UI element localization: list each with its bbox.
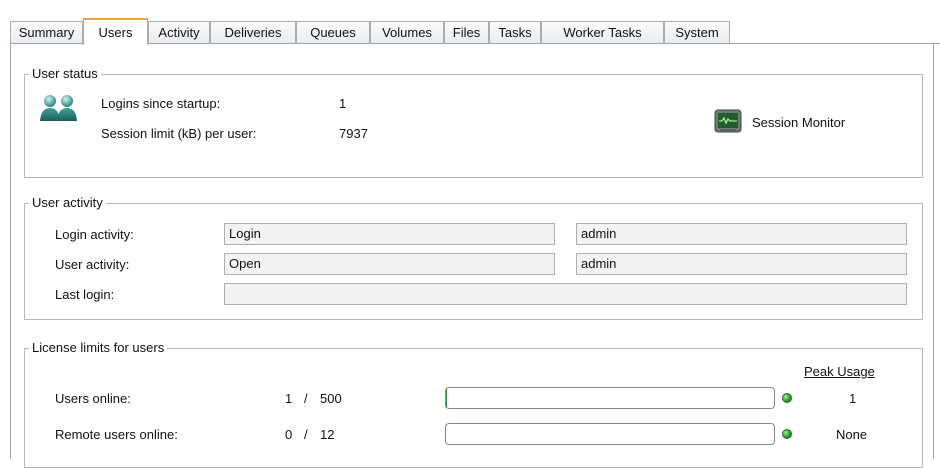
user-activity-action-field[interactable]: Open [224,253,555,275]
session-monitor-icon [714,109,742,138]
last-login-label: Last login: [55,287,115,302]
tab-bar: Summary Users Activity Deliveries Queues… [10,18,940,45]
users-online-status-led [782,393,792,403]
remote-users-online-max: 12 [320,427,335,442]
login-activity-action-field[interactable]: Login [224,223,555,245]
tab-deliveries[interactable]: Deliveries [210,21,296,43]
tab-users[interactable]: Users [83,18,148,45]
tab-queues[interactable]: Queues [296,21,370,43]
tab-volumes[interactable]: Volumes [370,21,444,43]
user-activity-group: User activity Login activity: Login admi… [24,195,923,320]
users-icon [39,93,79,128]
last-login-field[interactable] [224,283,907,305]
tab-activity[interactable]: Activity [148,21,210,43]
remote-users-online-usage-bar [445,423,775,445]
logins-since-startup-value: 1 [339,96,347,111]
session-limit-label: Session limit (kB) per user: [101,126,257,141]
login-activity-label: Login activity: [55,227,134,242]
remote-users-online-label: Remote users online: [55,427,178,442]
user-activity-title: User activity [29,195,106,211]
users-online-current: 1 [285,391,293,406]
users-online-separator: / [304,391,308,406]
user-status-title: User status [29,66,101,82]
users-online-label: Users online: [55,391,131,406]
remote-users-online-current: 0 [285,427,293,442]
tab-tasks[interactable]: Tasks [489,21,541,43]
tab-system[interactable]: System [664,21,730,43]
user-activity-label: User activity: [55,257,130,272]
users-online-peak: 1 [849,391,857,406]
tab-worker-tasks[interactable]: Worker Tasks [541,21,664,43]
peak-usage-header: Peak Usage [804,364,875,379]
license-limits-group: License limits for users Peak Usage User… [24,340,923,468]
user-status-group: User status Logins since startup: 1 Sess… [24,66,923,178]
tab-summary[interactable]: Summary [10,21,83,43]
session-limit-value: 7937 [339,126,368,141]
session-monitor-label: Session Monitor [752,115,846,130]
logins-since-startup-label: Logins since startup: [101,96,221,111]
license-limits-title: License limits for users [29,340,168,356]
users-online-max: 500 [320,391,342,406]
login-activity-user-field[interactable]: admin [576,223,907,245]
users-online-usage-fill [446,388,447,408]
remote-users-online-status-led [782,429,792,439]
remote-users-online-peak: None [836,427,868,442]
tab-files[interactable]: Files [444,21,489,43]
users-panel: User status Logins since startup: 1 Sess… [10,44,934,468]
user-activity-user-field[interactable]: admin [576,253,907,275]
users-online-usage-bar [445,387,775,409]
remote-users-online-separator: / [304,427,308,442]
